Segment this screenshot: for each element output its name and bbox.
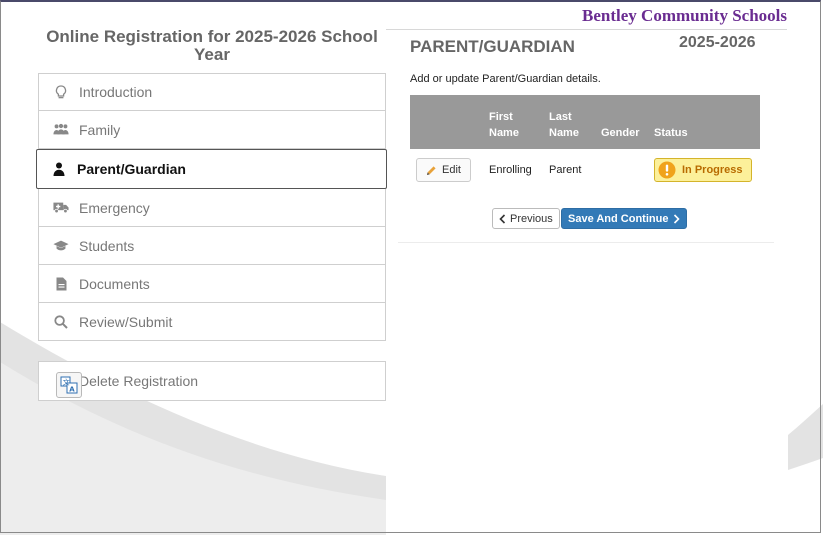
previous-button[interactable]: Previous — [492, 208, 560, 229]
nav-item-emergency[interactable]: Emergency — [38, 189, 386, 227]
ambulance-icon — [53, 200, 69, 216]
nav-item-students[interactable]: Students — [38, 227, 386, 265]
warning-icon — [658, 161, 676, 179]
status-badge: In Progress — [654, 158, 752, 182]
registration-steps-nav: Introduction Family Parent/Guardian Emer… — [36, 73, 387, 341]
nav-item-label: Review/Submit — [79, 313, 173, 330]
column-header-actions — [410, 95, 485, 149]
school-name: Bentley Community Schools — [582, 6, 787, 25]
lightbulb-icon — [53, 84, 69, 100]
document-icon — [53, 276, 69, 292]
delete-registration-button[interactable]: Delete Registration — [38, 361, 386, 401]
nav-item-family[interactable]: Family — [38, 111, 386, 149]
save-and-continue-button[interactable]: Save And Continue — [561, 208, 688, 229]
column-header-status: Status — [650, 95, 760, 149]
nav-item-review-submit[interactable]: Review/Submit — [38, 303, 386, 341]
parent-guardian-table: First Name Last Name Gender Status Edit … — [410, 95, 760, 191]
edit-label: Edit — [442, 164, 461, 176]
chevron-left-icon — [499, 213, 506, 224]
pencil-icon — [427, 165, 436, 175]
registration-title: Online Registration for 2025-2026 School… — [46, 27, 378, 64]
first-name-cell: Enrolling — [489, 164, 532, 176]
graduation-cap-icon — [53, 238, 69, 254]
nav-item-label: Emergency — [79, 199, 150, 216]
nav-item-label: Family — [79, 121, 121, 138]
nav-item-label: Introduction — [79, 84, 153, 100]
section-title: PARENT/GUARDIAN — [410, 37, 575, 56]
delete-registration-label: Delete Registration — [79, 373, 199, 389]
section-description: Add or update Parent/Guardian details. — [410, 73, 601, 85]
search-icon — [53, 314, 69, 330]
chevron-right-icon — [674, 213, 681, 224]
table-header-row: First Name Last Name Gender Status — [410, 95, 760, 149]
status-cell: In Progress — [650, 149, 760, 191]
last-name-cell: Parent — [549, 164, 582, 176]
column-header-last-name: Last Name — [545, 95, 597, 149]
gender-cell — [597, 149, 650, 191]
table-row: Edit Enrolling Parent In Progress — [410, 149, 760, 191]
save-and-continue-label: Save And Continue — [568, 212, 669, 225]
nav-item-documents[interactable]: Documents — [38, 265, 386, 303]
nav-item-label: Students — [79, 237, 135, 254]
person-icon — [51, 161, 67, 177]
svg-text:A: A — [69, 385, 75, 393]
nav-item-label: Parent/Guardian — [77, 161, 186, 177]
nav-item-label: Documents — [79, 275, 150, 292]
edit-button[interactable]: Edit — [416, 158, 471, 182]
school-year: 2025-2026 — [679, 34, 756, 51]
column-header-gender: Gender — [597, 95, 650, 149]
row-actions-cell: Edit — [410, 149, 485, 191]
nav-item-introduction[interactable]: Introduction — [38, 73, 386, 111]
previous-label: Previous — [510, 212, 553, 225]
family-icon — [53, 122, 69, 138]
nav-item-parent-guardian[interactable]: Parent/Guardian — [36, 149, 387, 189]
column-header-first-name: First Name — [485, 95, 545, 149]
section-divider — [398, 242, 774, 243]
status-label: In Progress — [682, 164, 743, 176]
translate-icon[interactable]: 文 A — [56, 372, 82, 398]
